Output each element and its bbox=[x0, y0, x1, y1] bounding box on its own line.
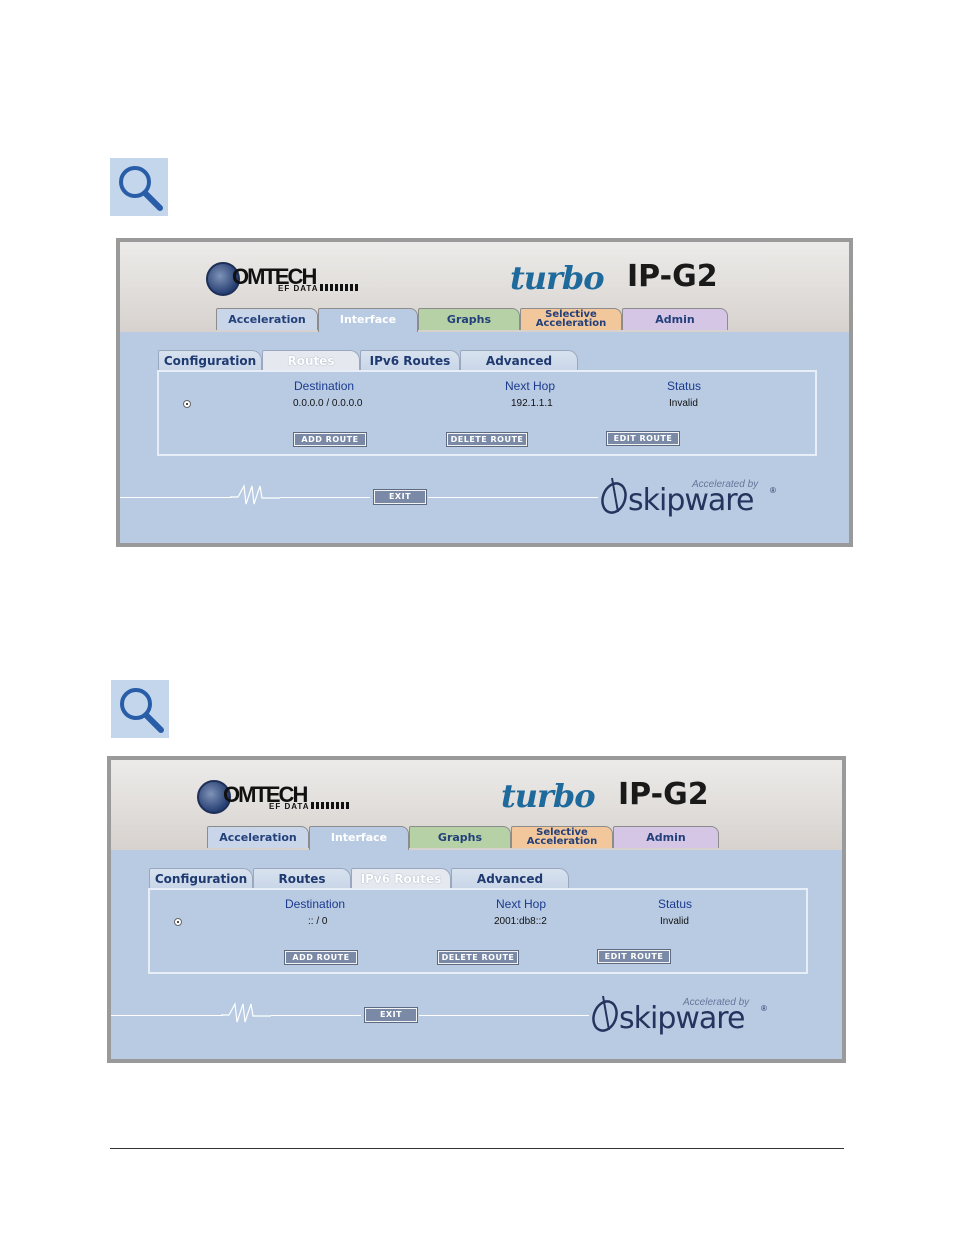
col-next-hop: Next Hop bbox=[505, 379, 556, 393]
footer-line-left bbox=[111, 1015, 223, 1016]
edit-route-button[interactable]: EDIT ROUTE bbox=[597, 949, 671, 964]
col-status: Status bbox=[658, 897, 693, 911]
col-destination: Destination bbox=[294, 379, 355, 393]
app-header: OMTECH EF DATA turbo IP-G2 Acceleration … bbox=[111, 760, 842, 850]
cell-status: Invalid bbox=[669, 398, 698, 409]
routes-panel: Destination Next Hop Status 0.0.0.0 / 0.… bbox=[157, 370, 817, 456]
col-status: Status bbox=[667, 379, 702, 393]
subtab-ipv6-routes[interactable]: IPv6 Routes bbox=[360, 350, 460, 370]
cell-destination: :: / 0 bbox=[308, 916, 328, 927]
edit-route-button[interactable]: EDIT ROUTE bbox=[606, 431, 680, 446]
tab-selective-line2: Acceleration bbox=[535, 318, 607, 329]
footer-line-left bbox=[120, 497, 232, 498]
add-route-button[interactable]: ADD ROUTE bbox=[293, 432, 367, 447]
cell-next-hop: 192.1.1.1 bbox=[511, 398, 553, 409]
product-model: IP-G2 bbox=[618, 777, 709, 812]
col-destination: Destination bbox=[285, 897, 346, 911]
footer-line-mid bbox=[271, 1015, 361, 1016]
tab-acceleration[interactable]: Acceleration bbox=[216, 308, 318, 330]
tab-admin[interactable]: Admin bbox=[622, 308, 728, 330]
footer-line-mid bbox=[280, 497, 370, 498]
screenshot-ipv6-routes: OMTECH EF DATA turbo IP-G2 Acceleration … bbox=[107, 756, 846, 1063]
page-footer-rule bbox=[110, 1148, 844, 1149]
tab-graphs[interactable]: Graphs bbox=[409, 826, 511, 848]
app-header: OMTECH EF DATA turbo IP-G2 Acceleration … bbox=[120, 242, 849, 332]
product-model: IP-G2 bbox=[627, 259, 718, 294]
tab-interface[interactable]: Interface bbox=[309, 826, 409, 850]
skipware-logo: skipware bbox=[628, 483, 754, 518]
tab-graphs[interactable]: Graphs bbox=[418, 308, 520, 330]
logo-bars-icon bbox=[320, 284, 358, 291]
subtab-advanced[interactable]: Advanced bbox=[460, 350, 578, 370]
add-route-button[interactable]: ADD ROUTE bbox=[284, 950, 358, 965]
tab-acceleration[interactable]: Acceleration bbox=[207, 826, 309, 848]
skipware-swirl-icon bbox=[592, 995, 618, 1032]
subtab-advanced[interactable]: Advanced bbox=[451, 868, 569, 888]
tab-selective-line2: Acceleration bbox=[526, 836, 598, 847]
skipware-reg: ® bbox=[770, 486, 776, 495]
footer-line-right bbox=[428, 497, 598, 498]
skipware-reg: ® bbox=[761, 1004, 767, 1013]
comtech-sub: EF DATA bbox=[269, 802, 310, 811]
comtech-sub: EF DATA bbox=[278, 284, 319, 293]
magnifier-icon bbox=[110, 158, 168, 216]
product-turbo: turbo bbox=[501, 777, 596, 815]
tab-selective-acceleration[interactable]: Selective Acceleration bbox=[511, 826, 613, 848]
exit-button[interactable]: EXIT bbox=[364, 1007, 418, 1023]
product-turbo: turbo bbox=[510, 259, 605, 297]
routes-panel: Destination Next Hop Status :: / 0 2001:… bbox=[148, 888, 808, 974]
cell-destination: 0.0.0.0 / 0.0.0.0 bbox=[293, 398, 363, 409]
footer-line-right bbox=[419, 1015, 589, 1016]
col-next-hop: Next Hop bbox=[496, 897, 547, 911]
subtab-routes[interactable]: Routes bbox=[253, 868, 351, 888]
subtab-configuration[interactable]: Configuration bbox=[158, 350, 262, 370]
subtab-routes[interactable]: Routes bbox=[262, 350, 360, 370]
delete-route-button[interactable]: DELETE ROUTE bbox=[437, 950, 519, 965]
logo-bars-icon bbox=[311, 802, 349, 809]
tab-interface[interactable]: Interface bbox=[318, 308, 418, 332]
magnifier-icon bbox=[111, 680, 169, 738]
skipware-swirl-icon bbox=[601, 477, 627, 514]
tab-admin[interactable]: Admin bbox=[613, 826, 719, 848]
screenshot-routes: OMTECH EF DATA turbo IP-G2 Acceleration … bbox=[116, 238, 853, 547]
subtab-configuration[interactable]: Configuration bbox=[149, 868, 253, 888]
tab-selective-acceleration[interactable]: Selective Acceleration bbox=[520, 308, 622, 330]
cell-next-hop: 2001:db8::2 bbox=[494, 916, 547, 927]
subtab-ipv6-routes[interactable]: IPv6 Routes bbox=[351, 868, 451, 888]
delete-route-button[interactable]: DELETE ROUTE bbox=[446, 432, 528, 447]
cell-status: Invalid bbox=[660, 916, 689, 927]
row-radio[interactable] bbox=[174, 918, 182, 926]
skipware-logo: skipware bbox=[619, 1001, 745, 1036]
row-radio[interactable] bbox=[183, 400, 191, 408]
exit-button[interactable]: EXIT bbox=[373, 489, 427, 505]
signal-zigzag-icon bbox=[230, 484, 280, 505]
signal-zigzag-icon bbox=[221, 1002, 271, 1023]
